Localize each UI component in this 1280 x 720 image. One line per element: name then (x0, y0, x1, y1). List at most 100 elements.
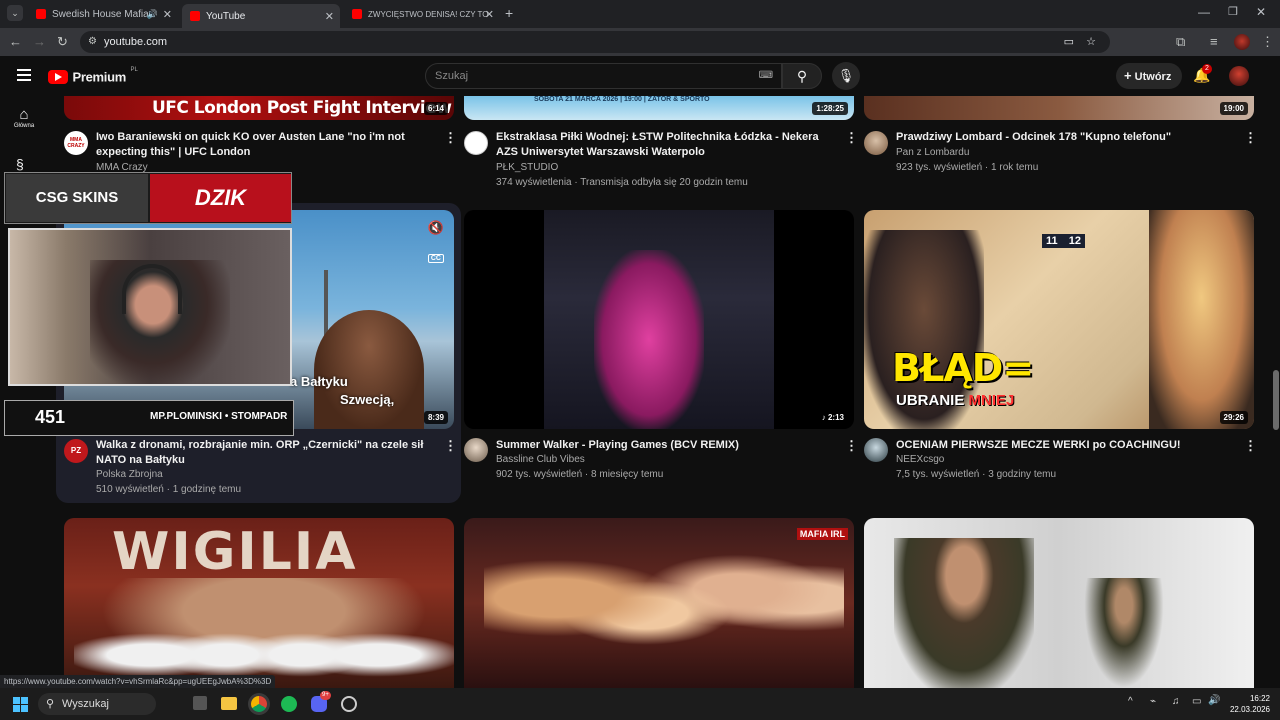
more-actions-icon[interactable]: ⋮ (845, 438, 858, 454)
video-thumbnail[interactable]: UFC London Post Fight Interview 6:14 (64, 96, 454, 120)
channel-avatar[interactable] (864, 438, 888, 462)
rail-item-home[interactable]: ⌂ Główna (0, 106, 48, 129)
channel-avatar[interactable] (464, 438, 488, 462)
channel-name[interactable]: Polska Zbrojna (96, 469, 163, 480)
sponsor-banner: CSG SKINS DZIK (4, 172, 292, 224)
video-title[interactable]: Ekstraklasa Piłki Wodnej: ŁSTW Politechn… (496, 130, 831, 160)
video-thumbnail[interactable] (864, 518, 1254, 688)
close-tab-icon[interactable]: ✕ (325, 10, 334, 23)
browser-menu-icon[interactable]: ⋮ (1261, 34, 1274, 50)
address-bar[interactable]: ⚙ youtube.com ▭ ☆ (80, 31, 1110, 53)
reload-icon[interactable]: ↻ (57, 34, 68, 50)
video-thumbnail[interactable]: MAFIA IRL (464, 518, 854, 688)
channel-avatar[interactable]: PZ (64, 439, 88, 463)
minimize-button[interactable]: — (1198, 5, 1210, 19)
video-thumbnail[interactable]: 19:00 (864, 96, 1254, 120)
account-avatar[interactable] (1229, 66, 1249, 86)
thumbnail-caption: Szwecją, (340, 392, 395, 407)
search-button[interactable]: ⚲ (782, 63, 822, 89)
mute-icon[interactable]: 🔇 (428, 220, 444, 236)
thumbnail-caption: WIGILIA (112, 522, 358, 582)
network-icon[interactable]: ⌁ (1150, 696, 1156, 707)
close-tab-icon[interactable]: ✕ (485, 8, 494, 21)
page-scrollbar[interactable] (1272, 96, 1280, 688)
close-tab-icon[interactable]: ✕ (163, 8, 172, 21)
back-icon[interactable]: ← (9, 34, 22, 50)
tab-swedish-house-mafia[interactable]: Swedish House Mafia - Wa 🔊 ✕ (28, 4, 178, 24)
file-explorer-icon[interactable] (221, 697, 237, 710)
video-thumbnail[interactable]: 11 12 BŁĄD= UBRANIE MNIEJ 29:26 (864, 210, 1254, 429)
voice-search-button[interactable]: 🎙 (832, 62, 860, 90)
browser-toolbar: ← → ↻ ⚙ youtube.com ▭ ☆ ⧉ ≡ ⋮ (0, 28, 1280, 56)
thumbnail-caption: UBRANIE MNIEJ (896, 392, 1015, 409)
logo-country-badge: PL (130, 66, 138, 73)
video-thumbnail[interactable]: WIGILIA (64, 518, 454, 688)
cast-icon[interactable]: ▭ (1064, 31, 1074, 53)
keyboard-icon[interactable]: ⌨ (759, 64, 773, 88)
tab-youtube[interactable]: YouTube ✕ (182, 4, 340, 28)
more-actions-icon[interactable]: ⋮ (444, 438, 457, 454)
tab-zwyciestwo-denisa[interactable]: ZWYCIĘSTWO DENISA! CZY TO ✕ (344, 4, 500, 24)
status-url: https://www.youtube.com/watch?v=vhSrmlaR… (0, 675, 276, 688)
chrome-icon[interactable] (251, 696, 267, 712)
tab-search-icon[interactable]: ⌄ (7, 5, 23, 21)
rail-item-shorts[interactable]: § (16, 156, 32, 172)
video-thumbnail[interactable]: SOBOTA 21 MARCA 2026 | 19:00 | ZATOR & S… (464, 96, 854, 120)
channel-name[interactable]: NEEXcsgo (896, 454, 944, 465)
display-icon[interactable]: ▭ (1192, 696, 1201, 707)
video-duration: 19:00 (1219, 102, 1248, 115)
plus-icon: + (1124, 68, 1132, 83)
hamburger-menu-icon[interactable] (17, 69, 31, 81)
create-button[interactable]: + Utwórz (1116, 63, 1182, 89)
thumbnail-caption: UFC London Post Fight Interview (152, 98, 452, 118)
youtube-logo[interactable]: Premium PL (48, 66, 138, 85)
video-metadata: 902 tys. wyświetleń · 8 miesięcy temu (496, 469, 664, 480)
channel-name[interactable]: Pan z Lombardu (896, 147, 969, 158)
search-icon: ⚲ (796, 68, 808, 84)
volume-icon[interactable]: 🔊 (1208, 695, 1220, 706)
video-title[interactable]: Summer Walker - Playing Games (BCV REMIX… (496, 438, 836, 453)
search-input[interactable]: Szukaj ⌨ (425, 63, 782, 89)
video-title[interactable]: Prawdziwy Lombard - Odcinek 178 "Kupno t… (896, 130, 1236, 145)
windows-start-icon[interactable] (13, 697, 28, 712)
social-handles: MP.PLOMINSKI • STOMPADR (150, 411, 288, 422)
spotify-icon[interactable] (281, 696, 297, 712)
notifications-button[interactable]: 🔔 2 (1193, 64, 1212, 84)
channel-avatar[interactable] (864, 131, 888, 155)
channel-name[interactable]: Bassline Club Vibes (496, 454, 585, 465)
tray-chevron-icon[interactable]: ^ (1128, 696, 1133, 707)
video-duration: 8:39 (423, 411, 448, 424)
close-window-button[interactable]: ✕ (1256, 5, 1266, 19)
logo-text: Premium (72, 69, 126, 85)
bookmark-star-icon[interactable]: ☆ (1086, 31, 1096, 53)
captions-icon[interactable]: CC (427, 254, 444, 263)
more-actions-icon[interactable]: ⋮ (845, 130, 858, 146)
extensions-icon[interactable]: ⧉ (1176, 34, 1185, 50)
channel-avatar[interactable] (464, 131, 488, 155)
clock[interactable]: 16:22 22.03.2026 (1224, 693, 1270, 715)
thumbnail-caption: BŁĄD= (892, 346, 1034, 390)
scrollbar-thumb[interactable] (1273, 370, 1279, 430)
video-metadata: 374 wyświetlenia · Transmisja odbyła się… (496, 177, 748, 188)
channel-avatar[interactable]: MMA CRAZY (64, 131, 88, 155)
stream-overlay: CSG SKINS DZIK 451 MP.PLOMINSKI • STOMPA… (4, 172, 294, 436)
more-actions-icon[interactable]: ⋮ (444, 130, 457, 146)
video-thumbnail[interactable]: ♪ 2:13 (464, 210, 854, 429)
forward-icon[interactable]: → (33, 34, 46, 50)
video-title[interactable]: Iwo Baraniewski on quick KO over Austen … (96, 130, 436, 160)
taskbar-search[interactable]: ⚲ Wyszukaj (38, 693, 156, 715)
task-view-icon[interactable] (193, 696, 207, 710)
video-title[interactable]: Walka z dronami, rozbrajanie min. ORP „C… (96, 438, 441, 468)
new-tab-button[interactable]: + (505, 5, 513, 21)
app-icon[interactable] (341, 696, 357, 712)
video-title[interactable]: OCENIAM PIERWSZE MECZE WERKI po COACHING… (896, 438, 1236, 453)
restore-button[interactable]: ❐ (1228, 5, 1238, 18)
site-info-icon[interactable]: ⚙ (88, 31, 97, 53)
more-actions-icon[interactable]: ⋮ (1244, 438, 1257, 454)
notification-badge: 2 (1202, 64, 1212, 74)
channel-name[interactable]: PŁK_STUDIO (496, 162, 558, 173)
media-controls-icon[interactable]: ≡ (1210, 34, 1218, 50)
more-actions-icon[interactable]: ⋮ (1244, 130, 1257, 146)
profile-avatar[interactable] (1234, 34, 1250, 50)
mic-tray-icon[interactable]: ♫ (1172, 696, 1180, 707)
